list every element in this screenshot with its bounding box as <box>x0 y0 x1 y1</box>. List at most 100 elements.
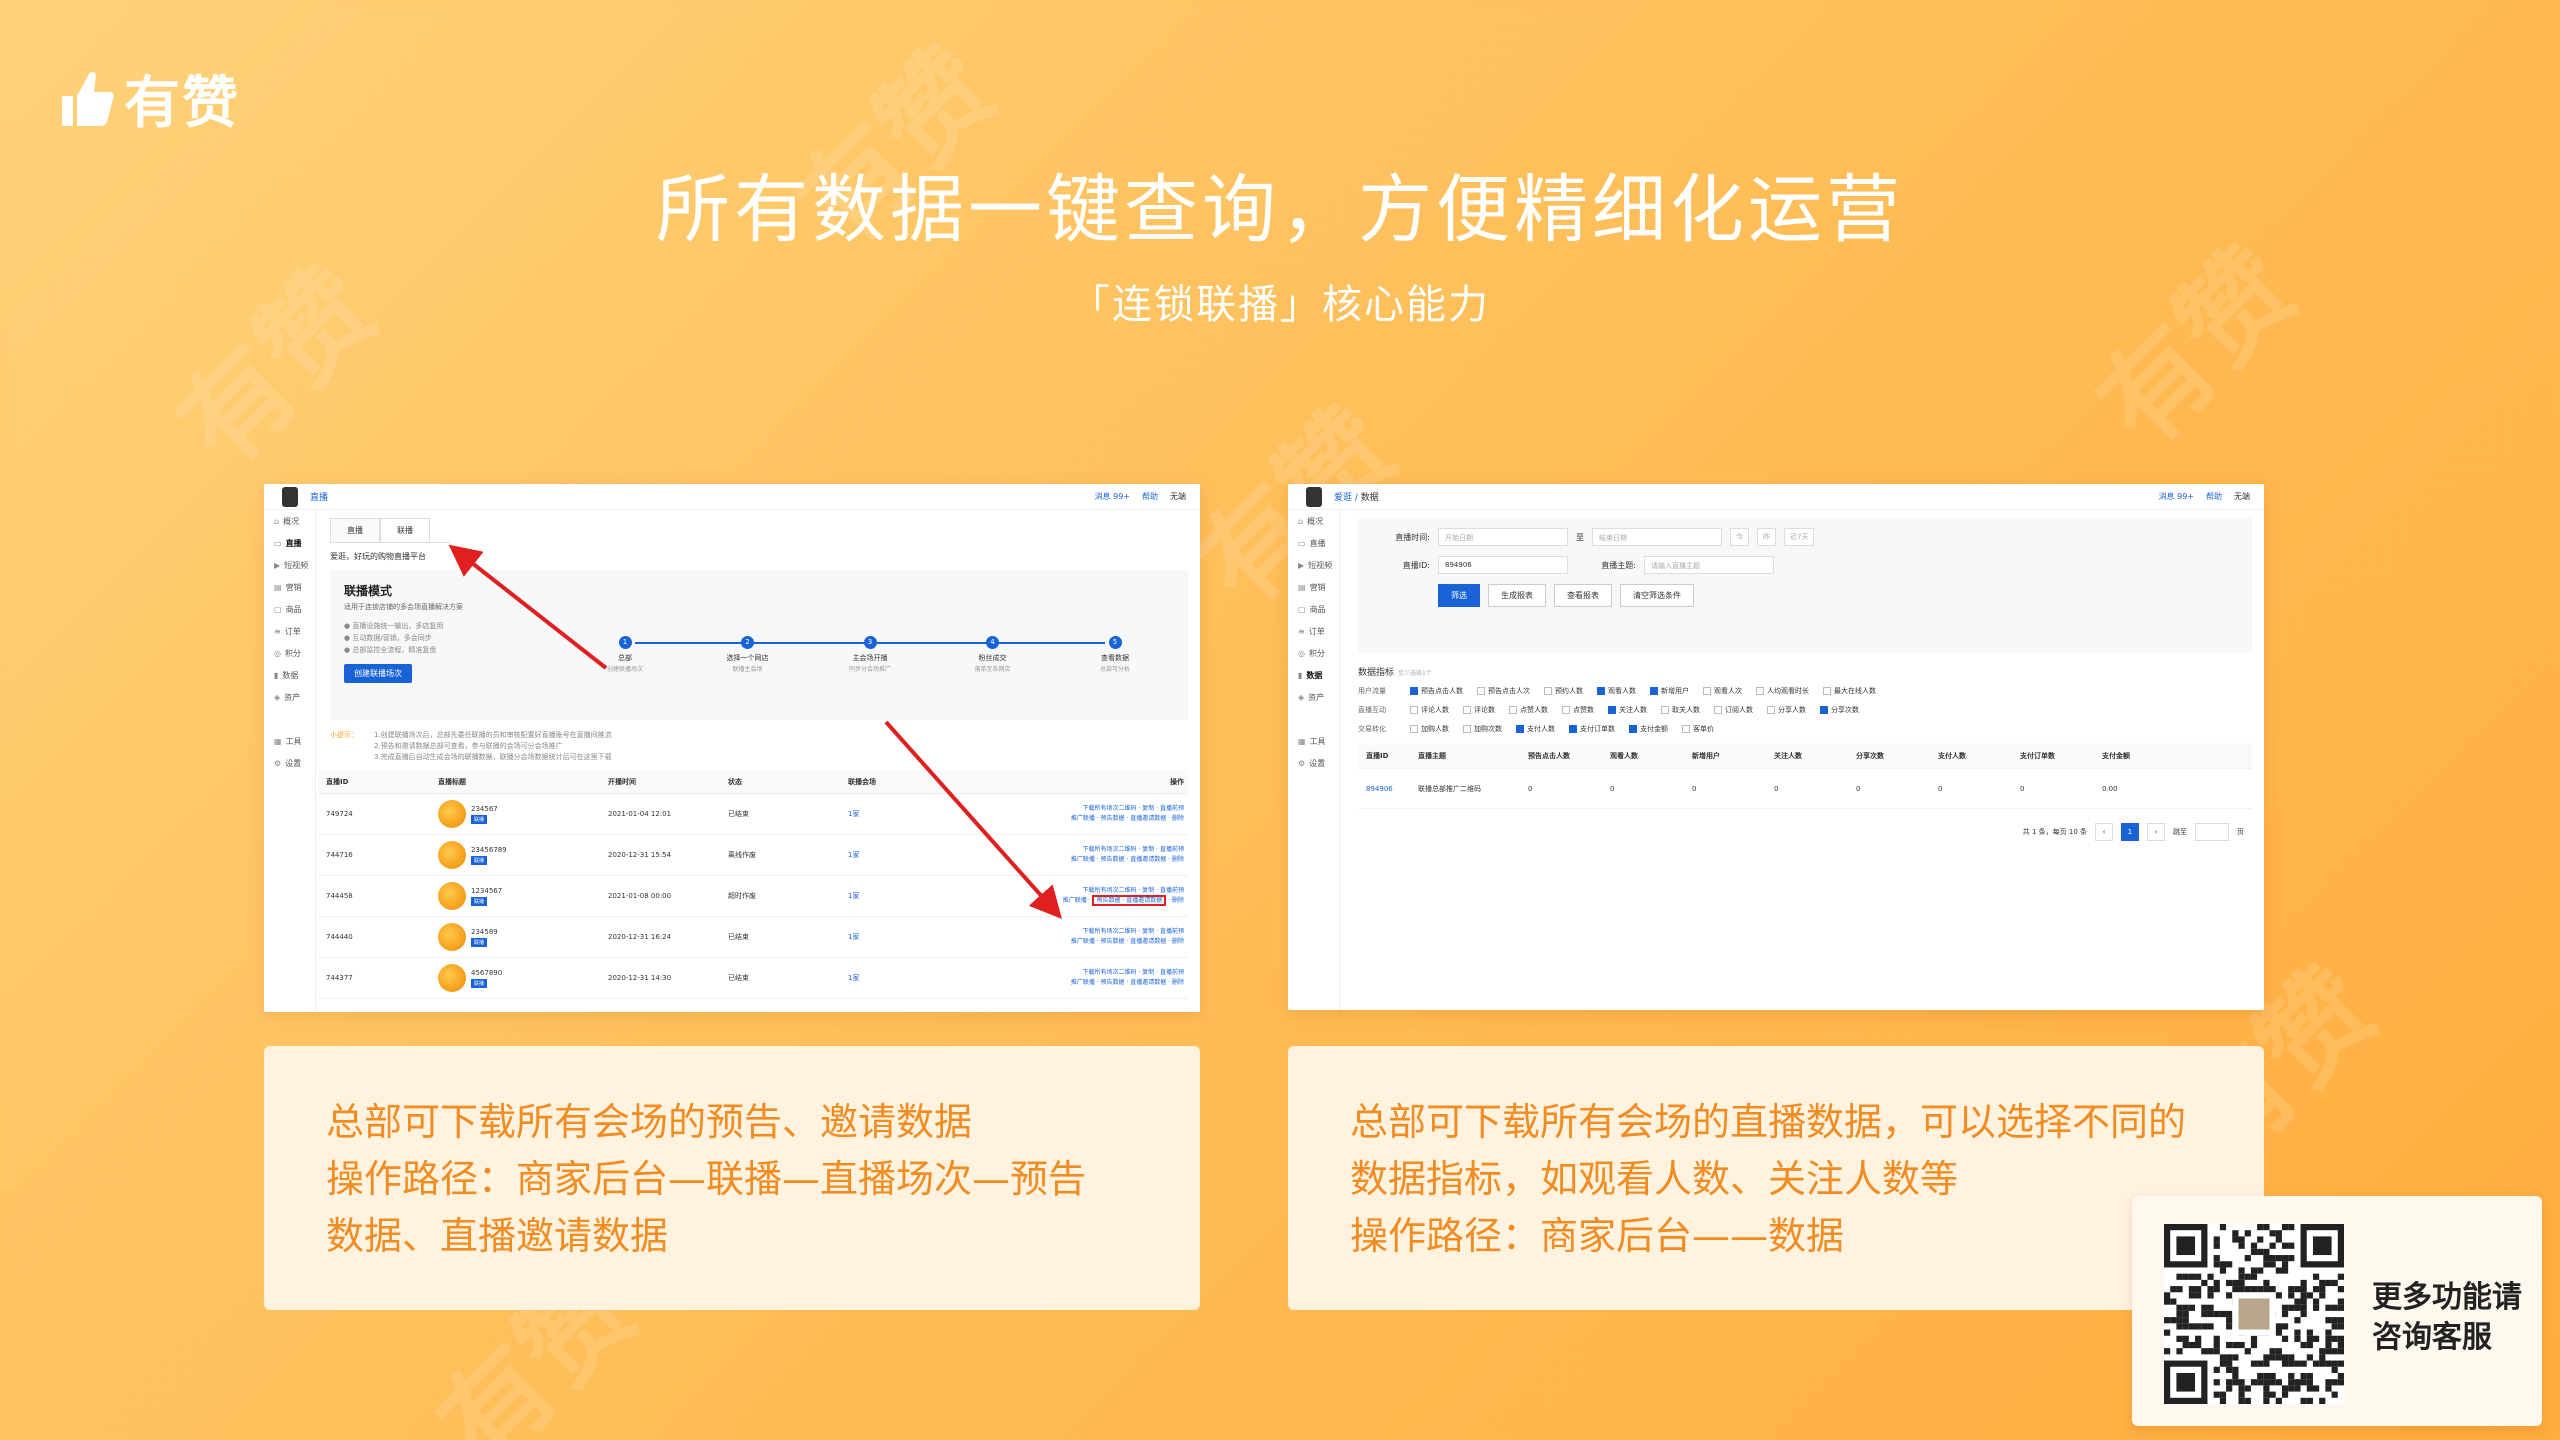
points-icon: ◎ <box>274 648 281 658</box>
metric-checkbox[interactable]: 点赞人数 <box>1509 705 1548 715</box>
metric-checkbox[interactable]: 分享次数 <box>1820 705 1859 715</box>
page-unit: 页 <box>2237 828 2244 836</box>
metric-checkbox[interactable]: 预告点击人数 <box>1410 686 1463 696</box>
sidebar-item-live[interactable]: ▭ 直播 <box>264 532 315 554</box>
user-name[interactable]: 无端 <box>2234 491 2250 502</box>
col-header: 观看人数 <box>1610 751 1638 760</box>
metric-checkbox[interactable]: 支付订单数 <box>1569 724 1615 734</box>
sidebar-item-settings[interactable]: ⚙ 设置 <box>1288 752 1339 774</box>
metric-checkbox[interactable]: 新增用户 <box>1650 686 1689 696</box>
checkbox-icon <box>1682 725 1690 733</box>
cell-ops[interactable]: 下载所有场次二维码 · 复制 · 直播前预 推广联播 · 预告数据 · 直播邀请… <box>968 886 1188 906</box>
generate-report-button[interactable]: 生成报表 <box>1488 584 1546 607</box>
sidebar-item-overview[interactable]: ⌂ 概况 <box>1288 510 1339 532</box>
sidebar-item-points[interactable]: ◎ 积分 <box>1288 642 1339 664</box>
cell-ops[interactable]: 下载所有场次二维码 · 复制 · 直播前预 推广联播 · 预告数据 · 直播邀请数… <box>968 968 1188 988</box>
linked-badge: 联播 <box>471 978 488 988</box>
sidebar-item-goods[interactable]: ▢ 商品 <box>264 598 315 620</box>
user-name[interactable]: 无端 <box>1170 491 1186 502</box>
metric-checkbox[interactable]: 分享人数 <box>1767 705 1806 715</box>
venue-link[interactable]: 1家 <box>848 932 968 942</box>
end-date-input[interactable]: 结束日期 <box>1592 528 1722 546</box>
prev-page-button[interactable]: ‹ <box>2095 823 2113 841</box>
quick-today-button[interactable]: 今 <box>1730 528 1749 546</box>
shop-avatar <box>282 486 298 507</box>
venue-link[interactable]: 1家 <box>848 850 968 860</box>
metric-checkbox[interactable]: 加购次数 <box>1463 724 1502 734</box>
cell-ops[interactable]: 下载所有场次二维码 · 复制 · 直播前预 推广联播 · 预告数据 · 直播邀请数… <box>968 804 1188 824</box>
goto-page-input[interactable] <box>2195 823 2229 841</box>
sidebar-item-tools[interactable]: ▦ 工具 <box>1288 730 1339 752</box>
highlighted-data-links[interactable]: 预告数据 · 直播邀请数据 <box>1092 895 1167 906</box>
breadcrumb[interactable]: 爱逛 / 数据 <box>1334 490 1379 503</box>
checkbox-checked-icon <box>1650 687 1658 695</box>
to-label: 至 <box>1576 532 1584 542</box>
sidebar-item-points[interactable]: ◎ 积分 <box>264 642 315 664</box>
metric-checkbox[interactable]: 客单价 <box>1682 724 1714 734</box>
sidebar-item-overview[interactable]: ⌂ 概况 <box>264 510 315 532</box>
venue-link[interactable]: 1家 <box>848 809 968 819</box>
top-right-links: 消息 99+ 帮助 无端 <box>1095 491 1186 502</box>
sidebar-item-live[interactable]: ▭ 直播 <box>1288 532 1339 554</box>
sidebar-label: 设置 <box>285 758 302 768</box>
metric-checkbox[interactable]: 观看人次 <box>1703 686 1742 696</box>
live-id-link[interactable]: 894906 <box>1358 785 1418 793</box>
metric-checkbox[interactable]: 点赞数 <box>1562 705 1594 715</box>
page-1-button[interactable]: 1 <box>2121 823 2139 841</box>
sidebar-item-goods[interactable]: ▢ 商品 <box>1288 598 1339 620</box>
next-page-button[interactable]: › <box>2147 823 2165 841</box>
tab-live[interactable]: 直播 <box>330 518 380 542</box>
sidebar-item-tools[interactable]: ▦ 工具 <box>264 730 315 752</box>
sidebar-label: 营销 <box>1309 582 1326 592</box>
metric-checkbox[interactable]: 最大在线人数 <box>1823 686 1876 696</box>
metric-checkbox[interactable]: 支付人数 <box>1516 724 1555 734</box>
sidebar-item-orders[interactable]: ≡ 订单 <box>1288 620 1339 642</box>
cell-ops[interactable]: 下载所有场次二维码 · 复制 · 直播前预 推广联播 · 预告数据 · 直播邀请数… <box>968 845 1188 865</box>
sidebar-item-settings[interactable]: ⚙ 设置 <box>264 752 315 774</box>
sidebar-item-marketing[interactable]: ▤ 营销 <box>1288 576 1339 598</box>
sidebar-label: 数据 <box>282 670 299 680</box>
sidebar-label: 积分 <box>284 648 301 658</box>
sidebar-item-assets[interactable]: ◈ 资产 <box>264 686 315 708</box>
theme-input[interactable]: 请输入直播主题 <box>1644 556 1774 574</box>
sidebar-item-video[interactable]: ▶ 短视频 <box>264 554 315 576</box>
cell-ops[interactable]: 下载所有场次二维码 · 复制 · 直播前预 推广联播 · 预告数据 · 直播邀请数… <box>968 927 1188 947</box>
filter-button[interactable]: 筛选 <box>1438 584 1480 607</box>
clear-filter-button[interactable]: 清空筛选条件 <box>1620 584 1694 607</box>
qr-code-icon[interactable] <box>2164 1224 2344 1404</box>
sidebar-item-orders[interactable]: ≡ 订单 <box>264 620 315 642</box>
message-link[interactable]: 消息 99+ <box>1095 491 1130 502</box>
quick-7days-button[interactable]: 近7天 <box>1784 528 1815 546</box>
metric-checkbox[interactable]: 关注人数 <box>1608 705 1647 715</box>
help-link[interactable]: 帮助 <box>1142 491 1158 502</box>
metric-checkbox[interactable]: 订阅人数 <box>1714 705 1753 715</box>
metric-checkbox[interactable]: 支付金额 <box>1629 724 1668 734</box>
venue-link[interactable]: 1家 <box>848 973 968 983</box>
metric-checkbox[interactable]: 加购人数 <box>1410 724 1449 734</box>
create-linked-live-button[interactable]: 创建联播场次 <box>344 664 412 683</box>
metric-checkbox[interactable]: 观看人数 <box>1597 686 1636 696</box>
table-header: 直播ID 直播主题 预告点击人数 观看人数 新增用户 关注人数 分享次数 支付人数 支付订单数 支… <box>1358 743 2252 769</box>
sidebar-item-data[interactable]: ▮ 数据 <box>264 664 315 686</box>
metric-checkbox[interactable]: 评论数 <box>1463 705 1495 715</box>
sidebar-item-data[interactable]: ▮ 数据 <box>1288 664 1339 686</box>
help-link[interactable]: 帮助 <box>2206 491 2222 502</box>
venue-link[interactable]: 1家 <box>848 891 968 901</box>
mode-sub: 适用于连锁店铺的多会场直播解决方案 <box>344 603 463 611</box>
metric-checkbox[interactable]: 预告点击人次 <box>1477 686 1530 696</box>
metric-label: 评论人数 <box>1421 706 1449 714</box>
metric-checkbox[interactable]: 人均观看时长 <box>1756 686 1809 696</box>
live-id-input[interactable]: 894906 <box>1438 556 1568 574</box>
sidebar-item-marketing[interactable]: ▤ 营销 <box>264 576 315 598</box>
sidebar-item-video[interactable]: ▶ 短视频 <box>1288 554 1339 576</box>
quick-yesterday-button[interactable]: 昨 <box>1757 528 1776 546</box>
metric-checkbox[interactable]: 取关人数 <box>1661 705 1700 715</box>
metric-checkbox[interactable]: 评论人数 <box>1410 705 1449 715</box>
message-link[interactable]: 消息 99+ <box>2159 491 2194 502</box>
start-date-input[interactable]: 开始日期 <box>1438 528 1568 546</box>
sidebar-item-assets[interactable]: ◈ 资产 <box>1288 686 1339 708</box>
metric-checkbox[interactable]: 预约人数 <box>1544 686 1583 696</box>
breadcrumb[interactable]: 直播 <box>310 490 328 503</box>
tab-linked-live[interactable]: 联播 <box>380 518 430 542</box>
view-report-button[interactable]: 查看报表 <box>1554 584 1612 607</box>
